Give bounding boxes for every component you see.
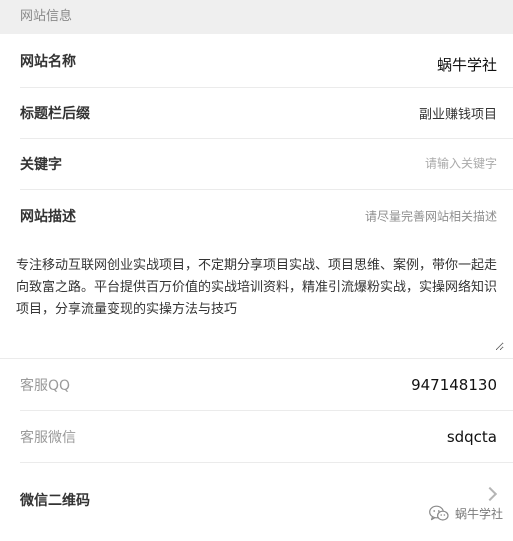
chevron-right-icon[interactable] [482, 487, 498, 502]
title-suffix-row[interactable]: 标题栏后缀 [20, 88, 513, 139]
description-box: 专注移动互联网创业实战项目，不定期分享项目实战、项目思维、案例，带你一起走向致富… [0, 241, 513, 359]
keywords-row[interactable]: 关键字 [20, 139, 513, 190]
site-name-row[interactable]: 网站名称 [20, 34, 513, 88]
keywords-input[interactable] [237, 156, 497, 172]
service-qq-row[interactable]: 客服QQ [20, 359, 513, 411]
title-suffix-label: 标题栏后缀 [20, 106, 90, 122]
service-wechat-label: 客服微信 [20, 429, 76, 446]
description-label: 网站描述 [20, 208, 76, 225]
service-qq-label: 客服QQ [20, 377, 71, 394]
keywords-label: 关键字 [20, 157, 62, 173]
description-hint: 请尽量完善网站相关描述 [364, 209, 497, 223]
title-suffix-input[interactable] [237, 105, 497, 121]
service-wechat-row[interactable]: 客服微信 [20, 411, 513, 463]
description-row: 网站描述 请尽量完善网站相关描述 [20, 190, 513, 241]
service-qq-input[interactable] [237, 375, 497, 394]
section-header-site-info: 网站信息 [0, 0, 513, 34]
wechat-icon [429, 505, 449, 521]
description-textarea[interactable]: 专注移动互联网创业实战项目，不定期分享项目实战、项目思维、案例，带你一起走向致富… [16, 255, 504, 351]
site-name-input[interactable] [237, 55, 497, 74]
service-wechat-input[interactable] [237, 427, 497, 446]
watermark: 蜗牛学社 [429, 505, 503, 522]
site-name-label: 网站名称 [20, 53, 76, 70]
watermark-text: 蜗牛学社 [454, 507, 503, 521]
wechat-qrcode-row[interactable]: 微信二维码 [20, 463, 513, 541]
wechat-qrcode-label: 微信二维码 [20, 493, 90, 510]
